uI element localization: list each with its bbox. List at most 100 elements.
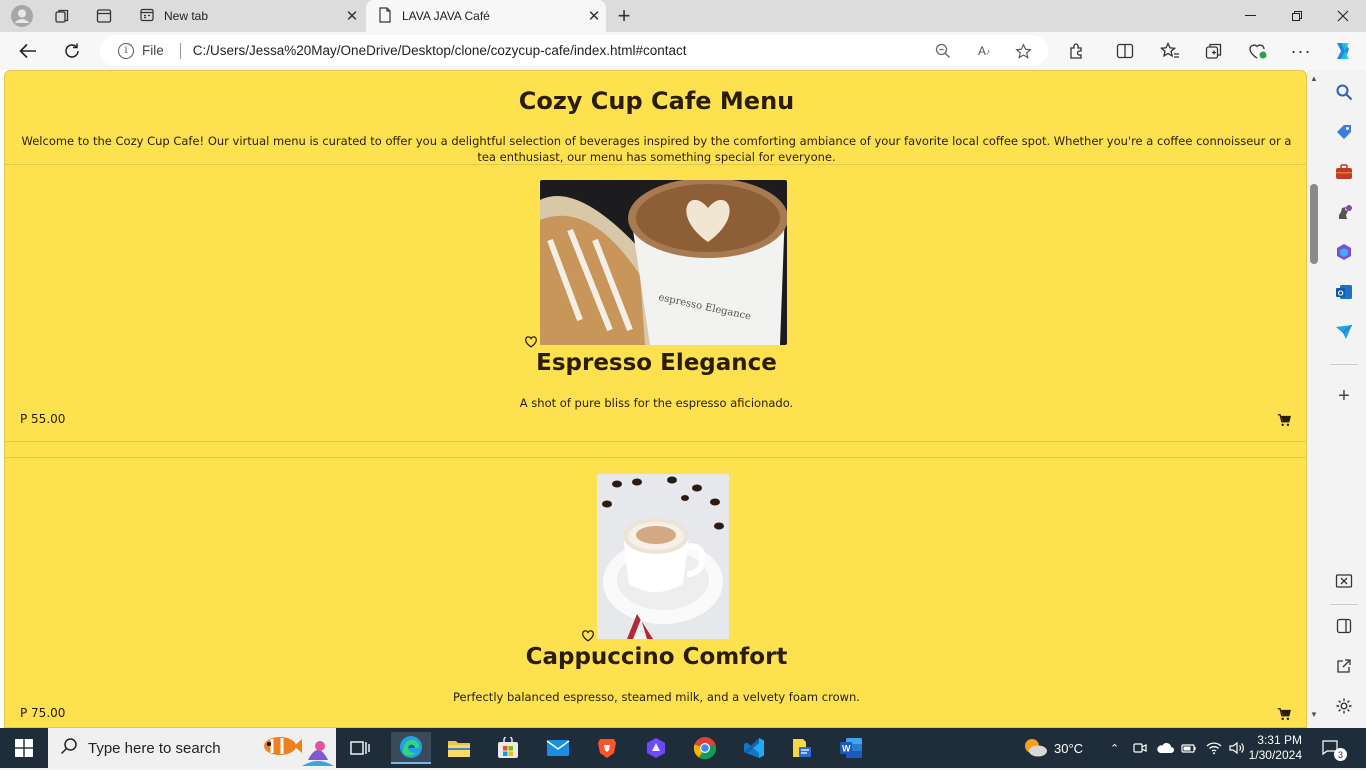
chrome-icon[interactable] xyxy=(685,732,725,764)
settings-more-icon[interactable]: ··· xyxy=(1286,37,1316,65)
page-icon xyxy=(378,6,392,26)
weather-widget[interactable]: 30°C xyxy=(1022,728,1083,768)
item-price: P 55.00 xyxy=(20,412,66,426)
vscode-icon[interactable] xyxy=(734,732,774,764)
scroll-down-arrow-icon[interactable]: ▼ xyxy=(1310,710,1318,719)
meet-now-camera-icon[interactable] xyxy=(1133,728,1147,768)
clock[interactable]: 3:31 PM 1/30/2024 xyxy=(1249,728,1302,768)
new-tab-button[interactable]: + xyxy=(611,3,637,28)
profile-icon[interactable] xyxy=(9,4,35,28)
url-text[interactable]: C:/Users/Jessa%20May/OneDrive/Desktop/cl… xyxy=(193,43,687,58)
search-highlight-fish-icon xyxy=(258,730,334,770)
volume-speaker-icon[interactable] xyxy=(1229,728,1245,768)
page-title: Cozy Cup Cafe Menu xyxy=(518,87,795,115)
page-viewport: Cozy Cup Cafe Menu Welcome to the Cozy C… xyxy=(0,70,1322,728)
workspaces-icon[interactable] xyxy=(49,4,75,28)
close-tab-icon[interactable]: ✕ xyxy=(340,7,364,25)
espresso-elegance-image: espresso Elegance xyxy=(540,180,787,345)
cart-icon[interactable] xyxy=(1277,706,1291,721)
vertical-tabs-icon[interactable] xyxy=(91,4,117,28)
brave-browser-icon[interactable] xyxy=(587,732,627,764)
address-bar[interactable]: i File C:/Users/Jessa%20May/OneDrive/Des… xyxy=(100,35,1048,66)
back-button[interactable] xyxy=(13,37,43,65)
cart-icon[interactable] xyxy=(1277,412,1291,427)
games-chess-icon[interactable] xyxy=(1333,201,1355,223)
sidebar-divider xyxy=(1330,604,1358,605)
scheme-label: File xyxy=(142,43,164,58)
clock-time: 3:31 PM xyxy=(1257,733,1302,747)
split-screen-icon[interactable] xyxy=(1110,37,1140,65)
item-description: Perfectly balanced espresso, steamed mil… xyxy=(453,690,860,704)
divider xyxy=(5,457,1308,458)
zoom-icon[interactable] xyxy=(932,41,954,61)
weather-temperature: 30°C xyxy=(1054,740,1084,756)
item-description: A shot of pure bliss for the espresso af… xyxy=(519,396,794,410)
search-icon xyxy=(60,737,78,759)
sidebar-settings-gear-icon[interactable] xyxy=(1333,695,1355,717)
item-name: Espresso Elegance xyxy=(536,350,777,376)
site-info-icon[interactable]: i xyxy=(118,42,134,59)
scrollbar-thumb[interactable] xyxy=(1310,184,1318,264)
new-tab-icon xyxy=(140,8,154,25)
task-view-icon[interactable] xyxy=(340,732,380,764)
sidebar-divider xyxy=(1330,364,1358,365)
screenshot-icon[interactable] xyxy=(1333,570,1355,592)
search-placeholder: Type here to search xyxy=(88,739,221,757)
battery-icon[interactable] xyxy=(1181,728,1197,768)
start-button-windows-icon[interactable] xyxy=(4,732,44,764)
mail-icon[interactable] xyxy=(538,732,578,764)
tools-briefcase-icon[interactable] xyxy=(1333,161,1355,183)
minimize-button[interactable] xyxy=(1228,0,1274,32)
drop-send-icon[interactable] xyxy=(1333,321,1355,343)
tab-title: New tab xyxy=(164,9,209,23)
search-icon[interactable] xyxy=(1333,81,1355,103)
refresh-button[interactable] xyxy=(57,37,87,65)
file-manager-notes-icon[interactable] xyxy=(782,732,822,764)
show-hidden-icons-chevron-up-icon[interactable]: ⌃ xyxy=(1110,728,1119,768)
taskbar-edge-icon[interactable] xyxy=(391,732,431,764)
edge-sidebar: O + xyxy=(1322,70,1366,728)
divider xyxy=(179,42,181,59)
file-explorer-icon[interactable] xyxy=(439,732,479,764)
read-aloud-icon[interactable]: A ♪ xyxy=(973,41,995,61)
close-tab-icon[interactable]: ✕ xyxy=(582,7,606,25)
divider xyxy=(5,441,1308,442)
favorite-heart-icon[interactable] xyxy=(581,628,595,642)
wifi-icon[interactable] xyxy=(1206,728,1222,768)
tab-title: LAVA JAVA Café xyxy=(402,9,490,23)
extensions-icon[interactable] xyxy=(1062,37,1092,65)
close-window-button[interactable] xyxy=(1320,0,1366,32)
svg-text:W: W xyxy=(842,744,851,754)
hide-sidebar-icon[interactable] xyxy=(1333,615,1355,637)
tab-new-tab[interactable]: New tab ✕ xyxy=(128,0,364,32)
taskbar-search-box[interactable]: Type here to search xyxy=(48,728,336,768)
open-external-icon[interactable] xyxy=(1333,655,1355,677)
restore-button[interactable] xyxy=(1274,0,1320,32)
copilot-icon[interactable] xyxy=(1328,37,1358,65)
tab-lava-java[interactable]: LAVA JAVA Café ✕ xyxy=(366,0,606,32)
item-price: P 75.00 xyxy=(20,706,66,720)
tab-strip: New tab ✕ LAVA JAVA Café ✕ + xyxy=(0,0,1366,32)
microsoft-store-icon[interactable] xyxy=(488,732,528,764)
shopping-tag-icon[interactable] xyxy=(1333,121,1355,143)
word-icon[interactable]: W xyxy=(831,732,871,764)
weather-partly-sunny-icon xyxy=(1022,736,1048,761)
notification-count-badge: 3 xyxy=(1334,748,1347,761)
collections-icon[interactable] xyxy=(1199,37,1229,65)
navigation-bar: i File C:/Users/Jessa%20May/OneDrive/Des… xyxy=(0,32,1366,70)
add-app-icon[interactable]: + xyxy=(1333,385,1355,407)
svg-text:O: O xyxy=(1338,289,1344,298)
divider xyxy=(5,164,1308,165)
cappuccino-comfort-image xyxy=(597,474,729,639)
favorite-heart-icon[interactable] xyxy=(524,334,538,348)
scroll-up-arrow-icon[interactable]: ▲ xyxy=(1310,74,1318,83)
outlook-icon[interactable]: O xyxy=(1333,281,1355,303)
microsoft-365-icon[interactable] xyxy=(1333,241,1355,263)
favorite-star-icon[interactable] xyxy=(1012,41,1034,61)
vertical-scrollbar[interactable]: ▲ ▼ xyxy=(1307,70,1322,728)
onedrive-cloud-icon[interactable] xyxy=(1156,728,1174,768)
proton-vpn-icon[interactable] xyxy=(636,732,676,764)
notification-center-icon[interactable]: 3 xyxy=(1322,728,1347,768)
browser-essentials-icon[interactable] xyxy=(1243,37,1273,65)
favorites-icon[interactable] xyxy=(1155,37,1185,65)
